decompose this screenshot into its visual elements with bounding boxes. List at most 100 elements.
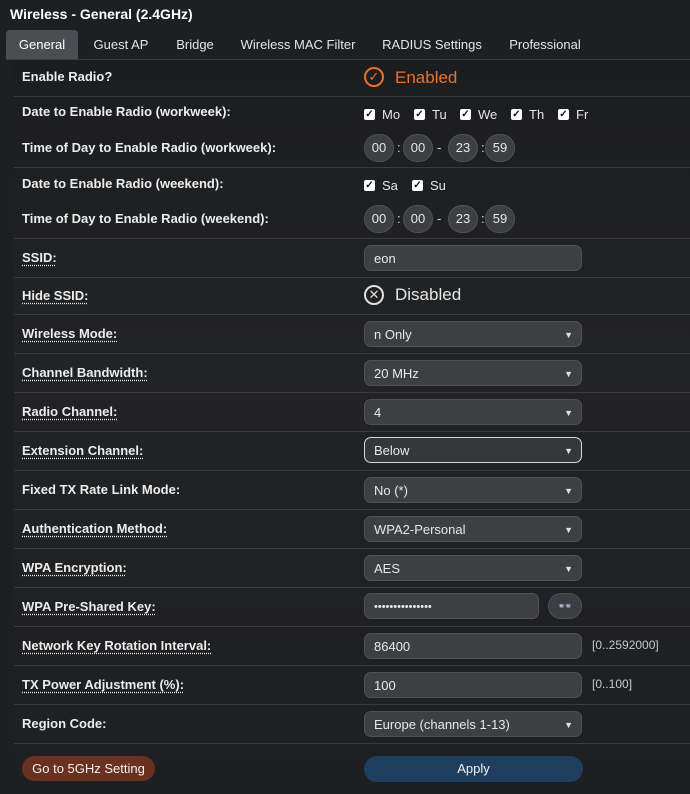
channel-bandwidth-label: Channel Bandwidth: [22,365,148,380]
tx-power-label: TX Power Adjustment (%): [22,677,185,692]
wpa-encryption-value: AES [374,561,401,576]
tab-radius-settings[interactable]: RADIUS Settings [374,30,490,59]
ssid-label: SSID: [22,250,57,265]
key-rotation-label: Network Key Rotation Interval: [22,638,212,653]
row-wireless-mode: Wireless Mode: n Only ▼ [14,315,690,354]
workweek-days-label: Date to Enable Radio (workweek): [22,104,231,119]
chevron-down-icon: ▼ [564,408,573,418]
chevron-down-icon: ▼ [564,564,573,574]
fr-checkbox[interactable]: ✓ [558,109,569,120]
row-region-code: Region Code: Europe (channels 1-13) ▼ [14,705,690,744]
chevron-down-icon: ▼ [564,369,573,379]
enable-radio-state: Enabled [395,68,458,87]
row-auth-method: Authentication Method: WPA2-Personal ▼ [14,510,690,549]
wireless-mode-select[interactable]: n Only ▼ [364,321,582,347]
tx-power-input[interactable]: 100 [364,672,582,698]
su-checkbox[interactable]: ✓ [412,180,423,191]
mo-label: Mo [382,107,401,122]
row-wpa-encryption: WPA Encryption: AES ▼ [14,549,690,588]
weekend-end-hour-input[interactable]: 23 [448,205,478,233]
radio-channel-label: Radio Channel: [22,404,118,419]
tab-professional[interactable]: Professional [500,30,590,59]
workweek-time-label: Time of Day to Enable Radio (workweek): [22,140,277,155]
tab-guest-ap[interactable]: Guest AP [84,30,158,59]
auth-method-select[interactable]: WPA2-Personal ▼ [364,516,582,542]
sa-label: Sa [382,178,398,193]
row-ssid: SSID: eon [14,239,690,278]
goto-5ghz-button[interactable]: Go to 5GHz Setting [22,756,155,781]
row-weekend-time: Time of Day to Enable Radio (weekend): 0… [14,202,690,239]
wpa-psk-input[interactable]: ••••••••••••••• [364,593,539,619]
sa-checkbox[interactable]: ✓ [364,180,375,191]
wpa-encryption-select[interactable]: AES ▼ [364,555,582,581]
weekend-start-minute-input[interactable]: 00 [403,205,433,233]
fixed-tx-value: No (*) [374,483,408,498]
chevron-down-icon: ▼ [564,720,573,730]
row-workweek-time: Time of Day to Enable Radio (workweek): … [14,131,690,168]
auth-method-value: WPA2-Personal [374,522,466,537]
row-channel-bandwidth: Channel Bandwidth: 20 MHz ▼ [14,354,690,393]
weekend-time-label: Time of Day to Enable Radio (weekend): [22,211,269,226]
row-fixed-tx-rate: Fixed TX Rate Link Mode: No (*) ▼ [14,471,690,510]
tab-general[interactable]: General [6,30,78,59]
chevron-down-icon: ▼ [564,446,573,456]
fixed-tx-select[interactable]: No (*) ▼ [364,477,582,503]
workweek-end-minute-input[interactable]: 59 [485,134,515,162]
row-wpa-psk: WPA Pre-Shared Key: ••••••••••••••• 👓 [14,588,690,627]
row-hide-ssid: Hide SSID: ✕ Disabled [14,278,690,315]
row-enable-radio: Enable Radio? ✓ Enabled [14,60,690,97]
fixed-tx-label: Fixed TX Rate Link Mode: [22,482,181,497]
extension-channel-value: Below [374,443,410,458]
th-checkbox[interactable]: ✓ [511,109,522,120]
row-workweek-days: Date to Enable Radio (workweek): ✓ Mo ✓ … [14,97,690,131]
tab-bridge[interactable]: Bridge [166,30,224,59]
extension-channel-select[interactable]: Below ▼ [364,437,582,463]
we-label: We [478,107,498,122]
wpa-psk-label: WPA Pre-Shared Key: [22,599,156,614]
tu-checkbox[interactable]: ✓ [414,109,425,120]
tab-wireless-mac-filter[interactable]: Wireless MAC Filter [234,30,362,59]
hide-ssid-state: Disabled [395,285,462,304]
time-colon: : [397,211,401,226]
radio-channel-select[interactable]: 4 ▼ [364,399,582,425]
hide-ssid-label: Hide SSID: [22,288,89,303]
su-label: Su [430,178,446,193]
workweek-start-hour-input[interactable]: 00 [364,134,394,162]
key-rotation-range: [0..2592000] [592,638,659,652]
row-tx-power: TX Power Adjustment (%): 100 [0..100] [14,666,690,705]
ssid-input[interactable]: eon [364,245,582,271]
extension-channel-label: Extension Channel: [22,443,144,458]
fr-label: Fr [576,107,589,122]
region-code-select[interactable]: Europe (channels 1-13) ▼ [364,711,582,737]
auth-method-label: Authentication Method: [22,521,168,536]
channel-bandwidth-select[interactable]: 20 MHz ▼ [364,360,582,386]
workweek-start-minute-input[interactable]: 00 [403,134,433,162]
time-colon: : [397,140,401,155]
row-extension-channel: Extension Channel: Below ▼ [14,432,690,471]
region-code-label: Region Code: [22,716,107,731]
row-key-rotation: Network Key Rotation Interval: 86400 [0.… [14,627,690,666]
mo-checkbox[interactable]: ✓ [364,109,375,120]
close-circle-icon: ✕ [364,285,384,305]
channel-bandwidth-value: 20 MHz [374,366,419,381]
th-label: Th [529,107,545,122]
time-dash: - [437,211,442,226]
we-checkbox[interactable]: ✓ [460,109,471,120]
weekend-end-minute-input[interactable]: 59 [485,205,515,233]
apply-button[interactable]: Apply [364,756,583,782]
weekend-days-label: Date to Enable Radio (weekend): [22,176,224,191]
page-title: Wireless - General (2.4GHz) [10,6,193,22]
tu-label: Tu [432,107,447,122]
wireless-mode-value: n Only [374,327,412,342]
workweek-end-hour-input[interactable]: 23 [448,134,478,162]
tx-power-range: [0..100] [592,677,633,691]
show-password-icon[interactable]: 👓 [548,593,582,619]
wireless-mode-label: Wireless Mode: [22,326,118,341]
key-rotation-input[interactable]: 86400 [364,633,582,659]
weekend-start-hour-input[interactable]: 00 [364,205,394,233]
wpa-encryption-label: WPA Encryption: [22,560,127,575]
tab-bar: General Guest AP Bridge Wireless MAC Fil… [6,30,690,60]
chevron-down-icon: ▼ [564,330,573,340]
row-radio-channel: Radio Channel: 4 ▼ [14,393,690,432]
region-code-value: Europe (channels 1-13) [374,717,510,732]
